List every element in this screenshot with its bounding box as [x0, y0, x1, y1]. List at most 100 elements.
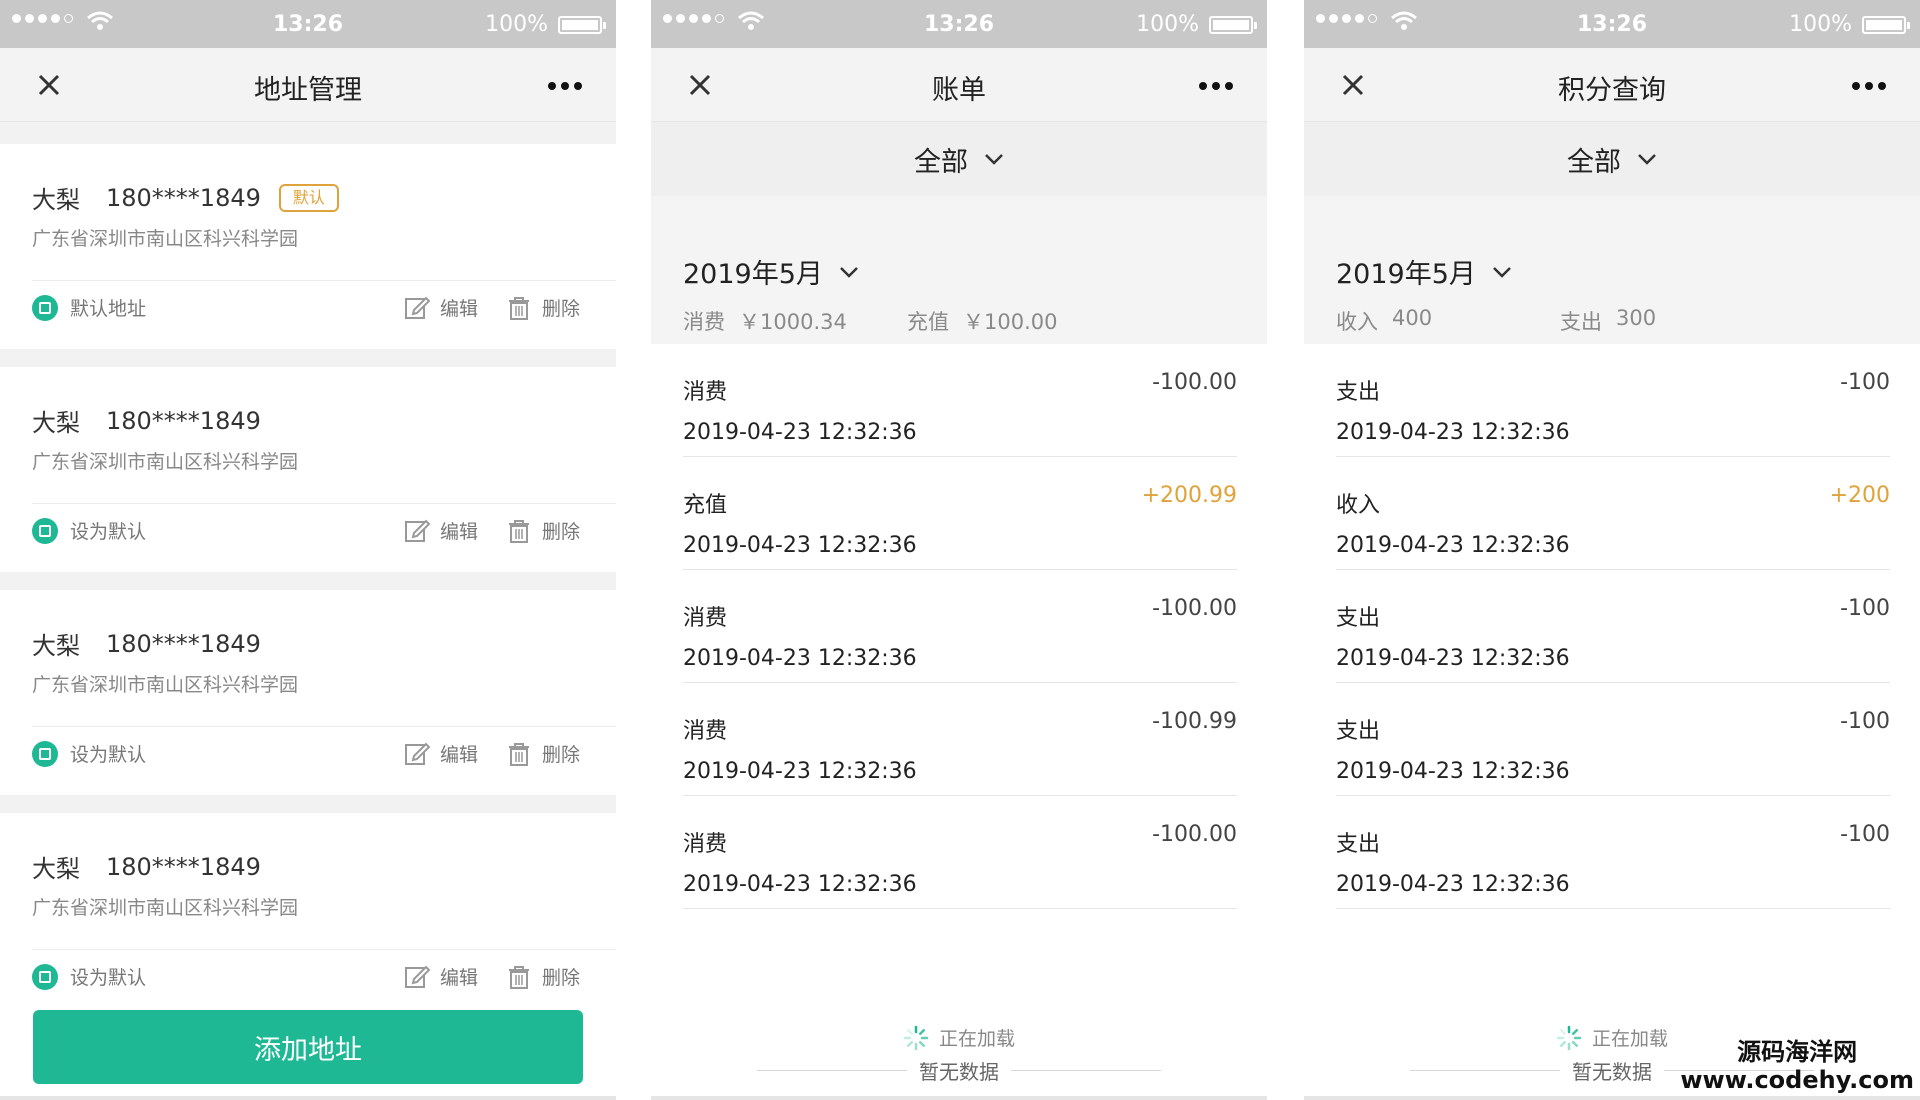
- list-item[interactable]: 支出 2019-04-23 12:32:36 -100: [1304, 683, 1920, 796]
- list-item[interactable]: 支出 2019-04-23 12:32:36 -100: [1304, 344, 1920, 457]
- page-title: 积分查询: [1558, 75, 1666, 106]
- summary-label: 充值: [907, 310, 949, 334]
- record-amount: -100: [1840, 370, 1890, 395]
- default-toggle-label: 设为默认: [70, 967, 147, 989]
- edit-label: 编辑: [439, 298, 478, 320]
- list-item[interactable]: 消费 2019-04-23 12:32:36 -100.99: [651, 683, 1267, 796]
- record-type: 充值: [683, 493, 728, 518]
- record-amount: -100: [1840, 709, 1890, 734]
- summary-value: 400: [1392, 306, 1433, 330]
- contact-name: 大梨: [32, 409, 80, 437]
- page-title: 账单: [932, 75, 986, 106]
- list-item[interactable]: 消费 2019-04-23 12:32:36 -100.00: [651, 796, 1267, 909]
- default-toggle[interactable]: 设为默认: [32, 740, 146, 767]
- watermark: 源码海洋网 www.codehy.com: [1680, 1038, 1914, 1094]
- record-date: 2019-04-23 12:32:36: [1336, 533, 1570, 558]
- delete-button[interactable]: 删除: [506, 517, 580, 544]
- record-amount: -100.00: [1152, 822, 1237, 847]
- more-icon[interactable]: [1199, 82, 1233, 90]
- list-item[interactable]: 支出 2019-04-23 12:32:36 -100: [1304, 570, 1920, 683]
- card-actions: 编辑 删除: [404, 517, 580, 544]
- month-label: 2019年5月: [683, 259, 823, 290]
- record-date: 2019-04-23 12:32:36: [683, 872, 917, 897]
- filter-label: 全部: [914, 146, 968, 178]
- address-contact: 大梨 180****1849: [32, 626, 261, 661]
- battery-icon: [558, 16, 606, 34]
- battery-percent: 100%: [485, 12, 548, 37]
- filter-label: 全部: [1567, 146, 1621, 178]
- list-item[interactable]: 充值 2019-04-23 12:32:36 +200.99: [651, 457, 1267, 570]
- spinner-icon: [1556, 1025, 1582, 1050]
- radio-check-icon: [32, 517, 58, 544]
- record-amount: -100.00: [1152, 596, 1237, 621]
- address-card: 大梨 180****1849 广东省深圳市南山区科兴科学园 设为默认 编辑 删除: [0, 590, 616, 795]
- edit-label: 编辑: [439, 967, 478, 989]
- delete-label: 删除: [541, 298, 580, 320]
- list-item[interactable]: 收入 2019-04-23 12:32:36 +200: [1304, 457, 1920, 570]
- default-badge: 默认: [278, 183, 339, 212]
- record-date: 2019-04-23 12:32:36: [1336, 420, 1570, 445]
- trash-icon: [508, 519, 529, 543]
- loading-text: 正在加载: [938, 1028, 1015, 1050]
- spinner-icon: [903, 1025, 929, 1050]
- delete-label: 删除: [541, 744, 580, 766]
- more-icon[interactable]: [1852, 82, 1886, 90]
- contact-phone: 180****1849: [106, 852, 261, 881]
- edit-button[interactable]: 编辑: [404, 294, 478, 321]
- default-toggle-label: 设为默认: [70, 521, 147, 543]
- record-amount: -100.00: [1152, 370, 1237, 395]
- edit-icon: [404, 965, 430, 988]
- chevron-down-icon: [840, 266, 858, 278]
- address-card: 大梨 180****1849 广东省深圳市南山区科兴科学园 设为默认 编辑 删除: [0, 367, 616, 572]
- edit-button[interactable]: 编辑: [404, 963, 478, 990]
- trash-icon: [508, 742, 529, 766]
- address-contact: 大梨 180****1849 默认: [32, 180, 339, 215]
- card-actions: 编辑 删除: [404, 740, 580, 767]
- record-type: 支出: [1336, 380, 1381, 405]
- month-selector[interactable]: 2019年5月: [1336, 252, 1512, 291]
- edit-icon: [404, 296, 430, 319]
- address-text: 广东省深圳市南山区科兴科学园: [32, 897, 299, 919]
- points-screen: 13:26 100% 积分查询 全部 2019年5月 收入 400 支出 300: [1304, 0, 1920, 1100]
- battery-icon: [1862, 16, 1910, 34]
- record-amount: -100: [1840, 822, 1890, 847]
- edit-button[interactable]: 编辑: [404, 740, 478, 767]
- list-item[interactable]: 消费 2019-04-23 12:32:36 -100.00: [651, 344, 1267, 457]
- page-title: 地址管理: [254, 75, 362, 106]
- add-address-button[interactable]: 添加地址: [33, 1010, 583, 1084]
- summary-label: 支出: [1560, 310, 1602, 334]
- contact-phone: 180****1849: [106, 183, 261, 212]
- delete-button[interactable]: 删除: [506, 294, 580, 321]
- radio-check-icon: [32, 294, 58, 321]
- address-contact: 大梨 180****1849: [32, 403, 261, 438]
- list-item[interactable]: 消费 2019-04-23 12:32:36 -100.00: [651, 570, 1267, 683]
- filter-dropdown[interactable]: 全部: [651, 122, 1267, 196]
- edit-label: 编辑: [439, 521, 478, 543]
- address-screen: 13:26 100% 地址管理 大梨 180****1849 默认 广东省深圳市…: [0, 0, 616, 1100]
- divider: [32, 949, 616, 950]
- loading-indicator: 正在加载: [651, 1024, 1267, 1051]
- record-amount: +200: [1829, 483, 1890, 508]
- empty-text: 暂无数据: [1572, 1060, 1652, 1084]
- summary-item: 消费 ￥1000.34: [683, 306, 907, 336]
- record-type: 消费: [683, 606, 728, 631]
- filter-dropdown[interactable]: 全部: [1304, 122, 1920, 196]
- divider: [683, 908, 1237, 909]
- delete-button[interactable]: 删除: [506, 963, 580, 990]
- default-toggle[interactable]: 默认地址: [32, 294, 146, 321]
- summary-row: 消费 ￥1000.34 充值 ￥100.00: [683, 306, 1057, 336]
- month-selector[interactable]: 2019年5月: [683, 252, 859, 291]
- record-type: 支出: [1336, 832, 1381, 857]
- contact-phone: 180****1849: [106, 629, 261, 658]
- record-date: 2019-04-23 12:32:36: [1336, 646, 1570, 671]
- summary-label: 消费: [683, 310, 725, 334]
- edit-button[interactable]: 编辑: [404, 517, 478, 544]
- delete-button[interactable]: 删除: [506, 740, 580, 767]
- divider: [1410, 1070, 1560, 1071]
- list-item[interactable]: 支出 2019-04-23 12:32:36 -100: [1304, 796, 1920, 909]
- empty-text: 暂无数据: [919, 1060, 999, 1084]
- address-text: 广东省深圳市南山区科兴科学园: [32, 451, 299, 473]
- more-icon[interactable]: [548, 82, 582, 90]
- default-toggle[interactable]: 设为默认: [32, 963, 146, 990]
- default-toggle[interactable]: 设为默认: [32, 517, 146, 544]
